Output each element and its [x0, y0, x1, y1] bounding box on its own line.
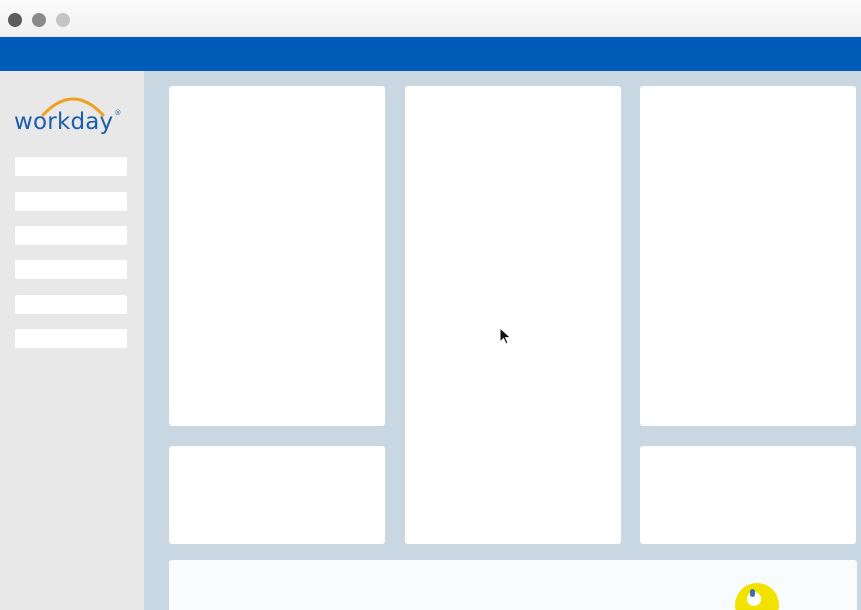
- window-close-button[interactable]: [8, 13, 22, 27]
- window-maximize-button[interactable]: [56, 13, 70, 27]
- dashboard-card-right-bottom[interactable]: [640, 446, 856, 544]
- window-minimize-button[interactable]: [32, 13, 46, 27]
- dashboard-card-center[interactable]: [405, 86, 621, 544]
- sidebar-item-5[interactable]: [15, 295, 127, 314]
- app-window: workday®: [0, 0, 861, 610]
- dashboard-card-left-bottom[interactable]: [169, 446, 385, 544]
- sidebar-item-3[interactable]: [15, 226, 127, 245]
- sidebar-item-6[interactable]: [15, 329, 127, 348]
- logo-registered-mark: ®: [114, 109, 122, 117]
- logo-wordmark: workday: [14, 109, 114, 135]
- app-header-bar: [0, 37, 861, 71]
- mouse-pointer-icon: [499, 327, 512, 345]
- sidebar: workday®: [0, 71, 144, 610]
- sidebar-item-4[interactable]: [15, 260, 127, 279]
- window-titlebar: [0, 0, 861, 37]
- dashboard-card-right-top[interactable]: [640, 86, 856, 426]
- dashboard-card-left-top[interactable]: [169, 86, 385, 426]
- sidebar-item-2[interactable]: [15, 192, 127, 211]
- sidebar-item-1[interactable]: [15, 157, 127, 176]
- workday-logo[interactable]: workday®: [10, 89, 134, 145]
